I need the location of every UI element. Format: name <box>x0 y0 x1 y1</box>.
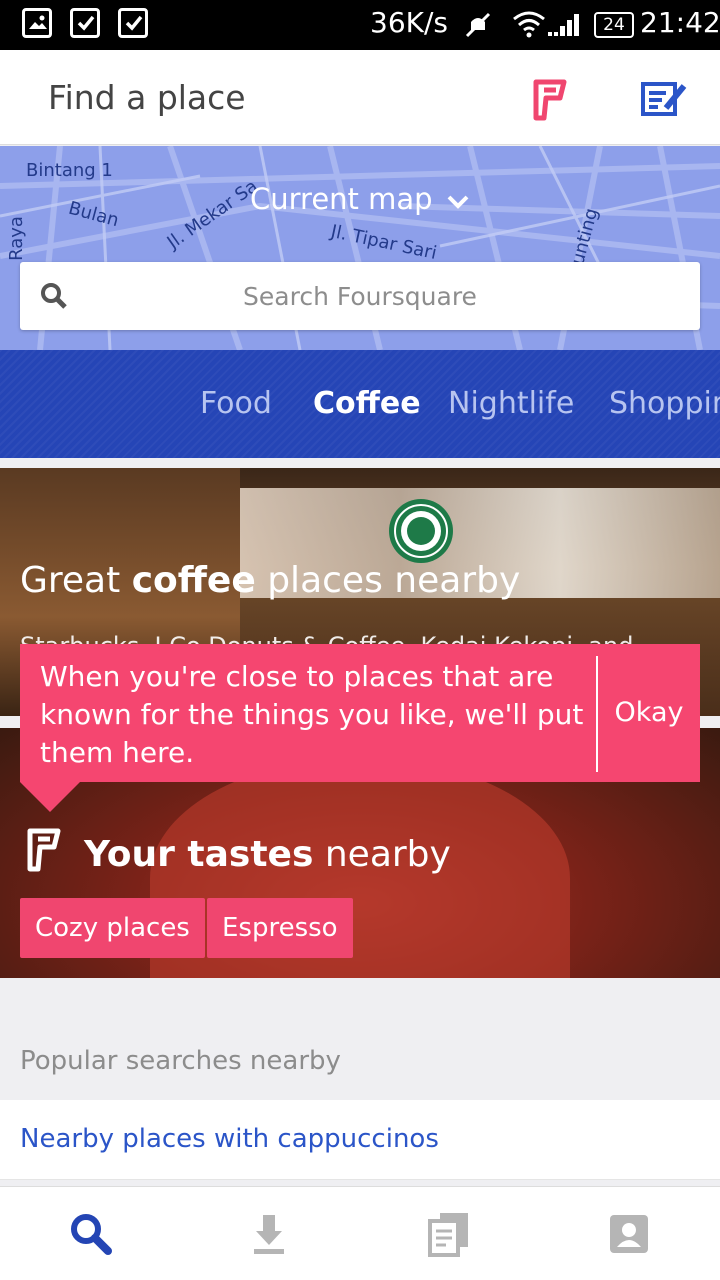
map-view[interactable]: Bintang 1 Bulan Raya Jl. Mekar Sa Jl. Ti… <box>0 146 720 350</box>
foursquare-logo-icon <box>26 828 62 881</box>
tab-coffee[interactable]: Coffee <box>313 386 421 421</box>
compose-icon[interactable] <box>640 80 688 122</box>
signal-icon <box>548 12 584 42</box>
coffee-card-title: Great coffee places nearby <box>20 560 520 601</box>
taste-chip[interactable]: Espresso <box>207 898 353 958</box>
network-speed: 36K/s <box>370 6 449 39</box>
current-map-label: Current map <box>250 182 433 216</box>
title-bold: Your tastes <box>84 834 314 875</box>
tastes-tooltip: When you're close to places that are kno… <box>20 644 700 782</box>
popular-search-link[interactable]: Nearby places with cappuccinos <box>20 1124 439 1154</box>
mute-icon <box>463 10 493 44</box>
title-suffix: places nearby <box>255 560 521 601</box>
map-street-label: Bintang 1 <box>26 160 113 181</box>
task-notification-icon <box>118 8 148 38</box>
starbucks-logo-icon <box>388 498 454 568</box>
download-icon[interactable] <box>244 1209 294 1259</box>
app-bar: Find a place <box>0 50 720 145</box>
search-input[interactable]: Search Foursquare <box>20 262 700 330</box>
tastes-card-title: Your tastes nearby <box>26 828 451 881</box>
profile-icon[interactable] <box>604 1209 654 1259</box>
image-notification-icon <box>22 8 52 38</box>
tab-shopping[interactable]: Shoppin <box>609 386 720 421</box>
popular-search-item[interactable]: Nearby places with cappuccinos <box>0 1100 720 1180</box>
battery-indicator: 24 <box>594 12 634 38</box>
title-bold: coffee <box>131 560 256 601</box>
search-icon[interactable] <box>66 1209 116 1259</box>
okay-button[interactable]: Okay <box>598 644 700 782</box>
title-suffix: nearby <box>313 834 451 875</box>
tooltip-message: When you're close to places that are kno… <box>40 660 584 769</box>
bottom-navigation <box>0 1186 720 1280</box>
status-bar: 36K/s 24 21:42 <box>0 0 720 50</box>
task-notification-icon <box>70 8 100 38</box>
page-title: Find a place <box>48 78 246 117</box>
wifi-icon <box>512 10 546 42</box>
tab-food[interactable]: Food <box>200 386 272 421</box>
history-icon[interactable] <box>424 1209 474 1259</box>
current-map-dropdown[interactable]: Current map <box>250 182 469 216</box>
category-tabs: Food Coffee Nightlife Shoppin <box>0 350 720 458</box>
clock: 21:42 <box>640 6 720 39</box>
foursquare-logo-icon[interactable] <box>530 78 570 126</box>
popular-searches-header: Popular searches nearby <box>20 1046 341 1076</box>
tooltip-arrow <box>20 782 80 812</box>
tab-nightlife[interactable]: Nightlife <box>448 386 574 421</box>
search-placeholder: Search Foursquare <box>243 282 477 311</box>
map-street-label: Raya <box>5 216 27 261</box>
chevron-down-icon <box>447 182 469 216</box>
taste-chip[interactable]: Cozy places <box>20 898 205 958</box>
title-prefix: Great <box>20 560 132 601</box>
